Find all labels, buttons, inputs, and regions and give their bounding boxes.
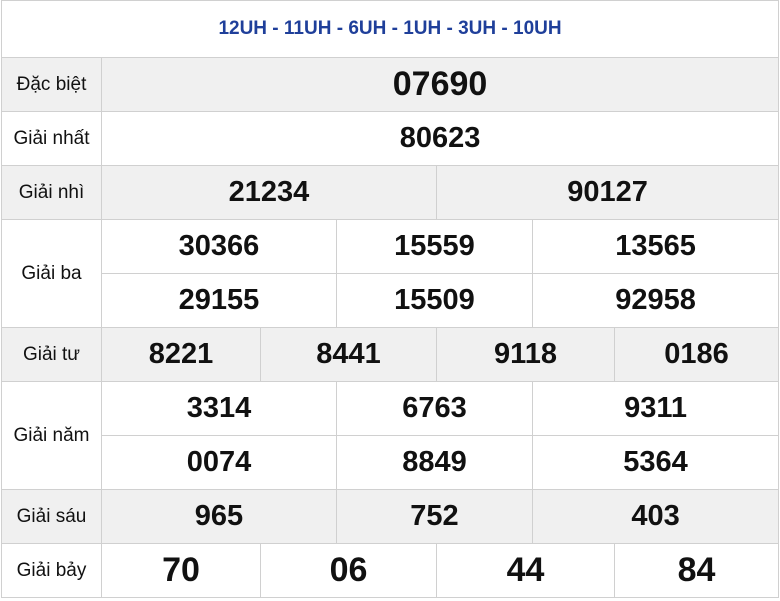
header-codes: 12UH - 11UH - 6UH - 1UH - 3UH - 10UH: [218, 18, 562, 39]
label-second: Giải nhì: [1, 165, 102, 220]
first-prize-number: 80623: [100, 111, 780, 166]
label-third: Giải ba: [1, 219, 102, 328]
third-prize-number: 15509: [336, 273, 533, 328]
second-prize-number: 21234: [101, 165, 437, 220]
label-special: Đặc biệt: [1, 57, 102, 112]
third-prize-number: 92958: [531, 273, 780, 328]
fourth-prize-number: 8221: [101, 327, 261, 382]
seventh-prize-number: 44: [436, 543, 615, 598]
sixth-prize-number: 965: [101, 489, 337, 544]
third-prize-number: 30366: [101, 219, 337, 274]
label-seventh: Giải bảy: [1, 543, 102, 598]
header-codes-cell: 12UH - 11UH - 6UH - 1UH - 3UH - 10UH: [0, 0, 780, 58]
sixth-prize-number: 403: [531, 489, 780, 544]
third-prize-number: 29155: [101, 273, 337, 328]
fourth-prize-number: 9118: [436, 327, 615, 382]
seventh-prize-number: 84: [613, 543, 780, 598]
fifth-prize-number: 0074: [101, 435, 337, 490]
label-fifth: Giải năm: [1, 381, 102, 490]
fifth-prize-number: 3314: [101, 381, 337, 436]
fifth-prize-number: 5364: [531, 435, 780, 490]
label-fourth: Giải tư: [1, 327, 102, 382]
label-first: Giải nhất: [1, 111, 102, 166]
fifth-prize-number: 8849: [336, 435, 533, 490]
sixth-prize-number: 752: [336, 489, 533, 544]
fifth-prize-number: 6763: [336, 381, 533, 436]
fourth-prize-number: 8441: [260, 327, 437, 382]
seventh-prize-number: 70: [101, 543, 261, 598]
seventh-prize-number: 06: [260, 543, 437, 598]
third-prize-number: 13565: [531, 219, 780, 274]
lottery-results-table: 12UH - 11UH - 6UH - 1UH - 3UH - 10UH Đặc…: [0, 0, 780, 598]
label-sixth: Giải sáu: [1, 489, 102, 544]
fifth-prize-number: 9311: [531, 381, 780, 436]
second-prize-number: 90127: [435, 165, 780, 220]
special-prize-number: 07690: [100, 57, 780, 112]
third-prize-number: 15559: [336, 219, 533, 274]
fourth-prize-number: 0186: [613, 327, 780, 382]
